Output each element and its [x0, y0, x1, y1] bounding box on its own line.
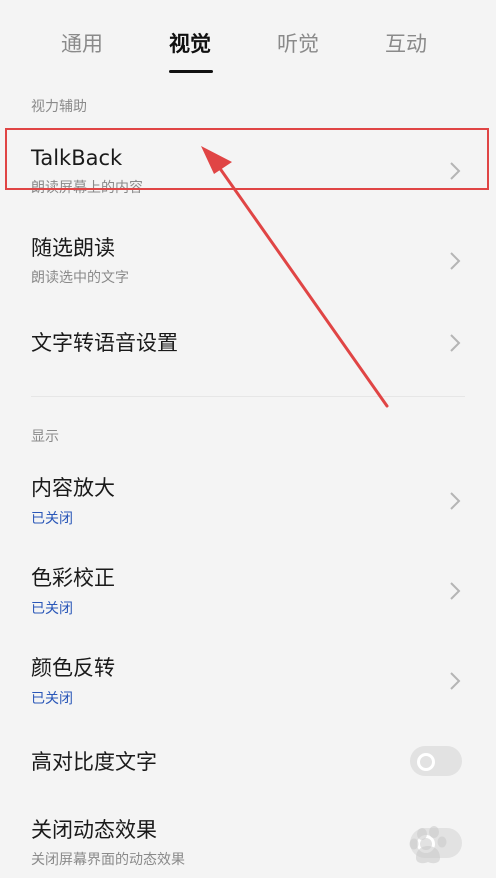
item-subtitle: 关闭屏幕界面的动态效果: [31, 852, 185, 868]
chevron-right-icon: [450, 672, 461, 690]
tab-hearing[interactable]: 听觉: [253, 28, 343, 60]
section-header-vision-aids: 视力辅助: [31, 99, 87, 115]
annotation-highlight-box: [5, 128, 489, 190]
chevron-right-icon: [450, 334, 461, 352]
chevron-right-icon: [450, 492, 461, 510]
high-contrast-toggle[interactable]: [410, 746, 462, 776]
item-title: 高对比度文字: [31, 750, 157, 774]
settings-item-select-to-speak[interactable]: 随选朗读 朗读选中的文字: [0, 220, 496, 290]
chevron-right-icon: [450, 582, 461, 600]
chevron-right-icon: [450, 252, 461, 270]
baidu-paw-icon: [409, 826, 447, 864]
item-title: 关闭动态效果: [31, 818, 157, 842]
item-title: 色彩校正: [31, 566, 115, 590]
item-status: 已关闭: [31, 691, 73, 707]
item-status: 已关闭: [31, 601, 73, 617]
item-title: 文字转语音设置: [31, 331, 178, 355]
item-title: 随选朗读: [31, 236, 115, 260]
settings-item-high-contrast-text[interactable]: 高对比度文字: [0, 730, 496, 794]
settings-item-magnification[interactable]: 内容放大 已关闭: [0, 460, 496, 530]
tab-interaction[interactable]: 互动: [361, 28, 451, 60]
section-divider: [31, 396, 465, 397]
settings-item-color-inversion[interactable]: 颜色反转 已关闭: [0, 640, 496, 710]
tab-vision[interactable]: 视觉: [145, 28, 235, 60]
tab-bar: 通用 视觉 听觉 互动: [0, 0, 496, 80]
settings-item-color-correction[interactable]: 色彩校正 已关闭: [0, 550, 496, 620]
tab-general[interactable]: 通用: [37, 28, 127, 60]
item-title: 内容放大: [31, 476, 115, 500]
settings-item-tts-settings[interactable]: 文字转语音设置: [0, 312, 496, 372]
section-header-display: 显示: [31, 429, 59, 445]
item-status: 已关闭: [31, 511, 73, 527]
item-title: 颜色反转: [31, 656, 115, 680]
toggle-knob: [417, 753, 435, 771]
item-subtitle: 朗读选中的文字: [31, 270, 129, 286]
active-tab-indicator: [169, 70, 213, 73]
